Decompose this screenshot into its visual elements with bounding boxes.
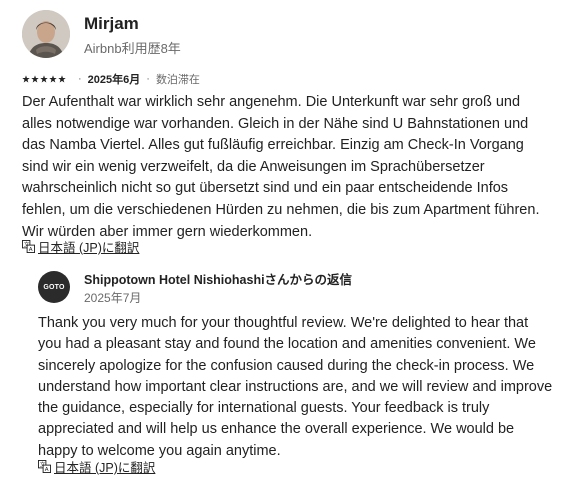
translate-label: 日本語 (JP)に翻訳 xyxy=(54,461,156,475)
host-logo-text: GOTO xyxy=(43,283,65,291)
host-logo[interactable]: GOTO xyxy=(38,271,70,303)
star-icon xyxy=(31,75,39,83)
star-rating xyxy=(22,75,66,83)
svg-text:A: A xyxy=(45,467,49,473)
translate-label: 日本語 (JP)に翻訳 xyxy=(38,241,140,255)
star-icon xyxy=(22,75,30,83)
translate-review-link[interactable]: 文 A 日本語 (JP)に翻訳 xyxy=(22,237,139,256)
translate-icon: 文 A xyxy=(22,240,35,253)
stay-type: 数泊滞在 xyxy=(155,74,200,86)
reviewer-avatar[interactable] xyxy=(22,10,70,58)
star-icon xyxy=(49,75,57,83)
reviewer-name: Mirjam xyxy=(84,14,139,33)
star-icon xyxy=(58,75,66,83)
star-icon xyxy=(40,75,48,83)
reviewer-membership: Airbnb利用歴8年 xyxy=(84,41,181,56)
rating-row: · 2025年6月 · 数泊滞在 xyxy=(22,71,200,87)
host-response-text: Thank you very much for your thoughtful … xyxy=(38,315,553,459)
host-response-date: 2025年7月 xyxy=(84,291,142,305)
separator-dot: · xyxy=(146,73,150,85)
review-text: Der Aufenthalt war wirklich sehr angeneh… xyxy=(22,94,540,240)
review-date: 2025年6月 xyxy=(87,74,141,86)
svg-text:A: A xyxy=(29,247,33,253)
host-response-title: Shippotown Hotel Nishiohashiさんからの返信 xyxy=(84,273,353,287)
separator-dot: · xyxy=(78,73,82,85)
translate-response-link[interactable]: 文 A 日本語 (JP)に翻訳 xyxy=(38,457,155,476)
translate-icon: 文 A xyxy=(38,460,51,473)
